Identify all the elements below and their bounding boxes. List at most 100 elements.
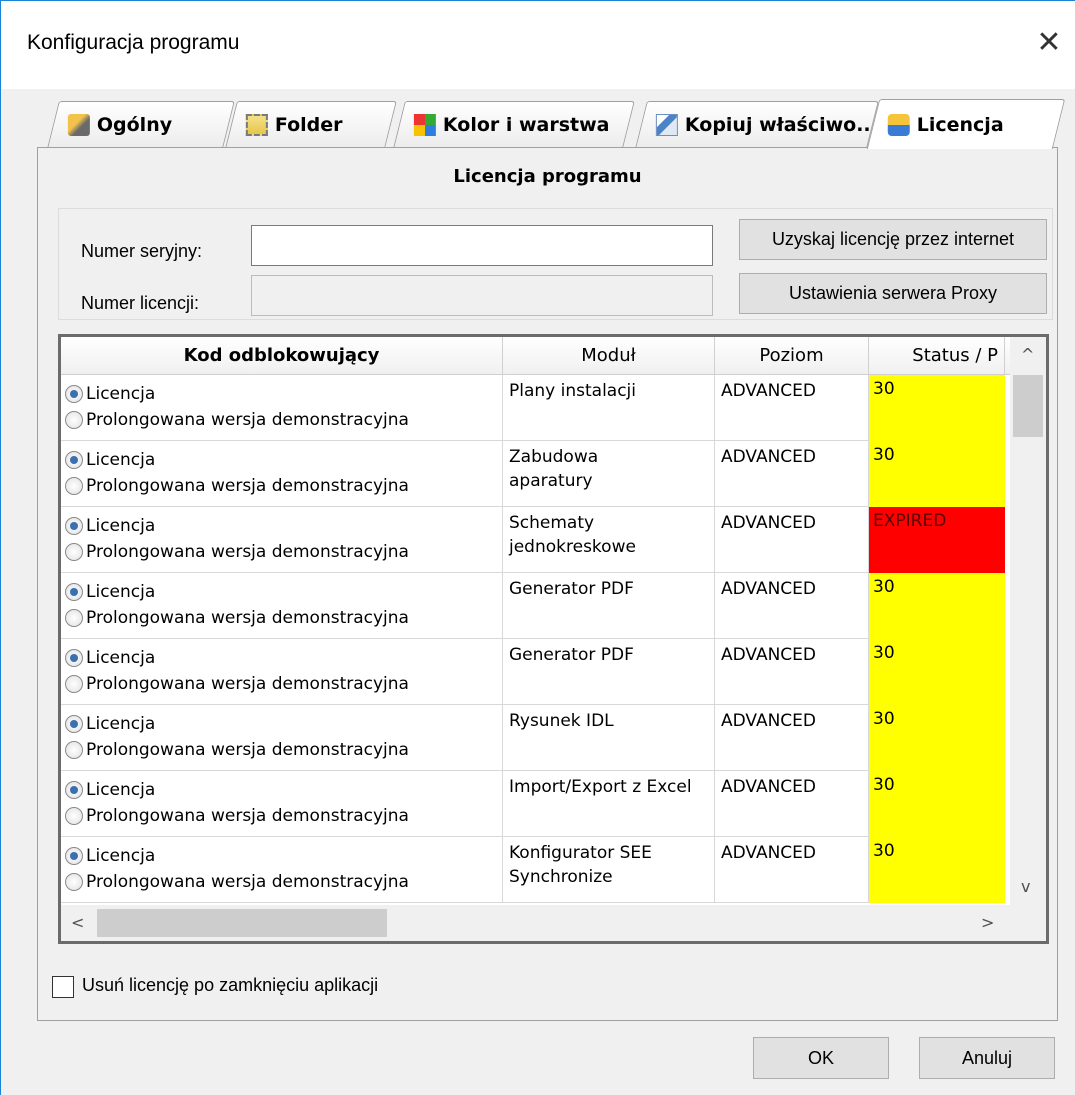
- table-row[interactable]: Licencja Prolongowana wersja demonstracyj…: [61, 771, 1005, 837]
- license-table: Kod odblokowujący Moduł Poziom Status / …: [58, 334, 1049, 944]
- table-row[interactable]: Licencja Prolongowana wersja demonstracyj…: [61, 837, 1005, 903]
- vertical-scroll-thumb[interactable]: [1013, 375, 1043, 437]
- status-cell: 30: [869, 375, 1005, 441]
- horizontal-scrollbar[interactable]: < >: [61, 905, 1011, 941]
- demo-option[interactable]: Prolongowana wersja demonstracyjna: [65, 605, 498, 631]
- module-cell: Konfigurator SEE Synchronize: [503, 837, 715, 903]
- radio-label: Licencja: [86, 780, 156, 800]
- horizontal-scroll-thumb[interactable]: [97, 909, 387, 937]
- get-license-online-button[interactable]: Uzyskaj licencję przez internet: [739, 219, 1047, 260]
- radio-label: Licencja: [86, 384, 156, 404]
- vertical-scrollbar[interactable]: ^ v: [1010, 337, 1046, 905]
- radio-button[interactable]: [65, 451, 83, 469]
- demo-option[interactable]: Prolongowana wersja demonstracyjna: [65, 407, 498, 433]
- demo-option[interactable]: Prolongowana wersja demonstracyjna: [65, 737, 498, 763]
- scroll-up-icon[interactable]: ^: [1021, 345, 1034, 364]
- tab-label: Licencja: [916, 113, 1004, 136]
- radio-label: Licencja: [86, 648, 156, 668]
- radio-label: Prolongowana wersja demonstracyjna: [86, 476, 409, 496]
- radio-button[interactable]: [65, 847, 83, 865]
- status-cell: EXPIRED: [869, 507, 1005, 573]
- radio-button[interactable]: [65, 543, 83, 561]
- license-option[interactable]: Licencja: [65, 711, 498, 737]
- radio-label: Prolongowana wersja demonstracyjna: [86, 740, 409, 760]
- radio-button[interactable]: [65, 411, 83, 429]
- module-cell: Rysunek IDL: [503, 705, 715, 771]
- unlock-code-cell: Licencja Prolongowana wersja demonstracyj…: [61, 639, 503, 705]
- license-option[interactable]: Licencja: [65, 513, 498, 539]
- radio-button[interactable]: [65, 517, 83, 535]
- tools-icon: [67, 114, 90, 136]
- radio-button[interactable]: [65, 715, 83, 733]
- copy-properties-icon: [655, 114, 678, 136]
- title-bar: Konfiguracja programu ✕: [1, 1, 1075, 89]
- radio-button[interactable]: [65, 781, 83, 799]
- status-cell: 30: [869, 705, 1005, 771]
- radio-button[interactable]: [65, 649, 83, 667]
- module-cell: Import/Export z Excel: [503, 771, 715, 837]
- tab-kolor-i-warstwa[interactable]: Kolor i warstwa: [393, 101, 635, 148]
- radio-button[interactable]: [65, 741, 83, 759]
- radio-button[interactable]: [65, 583, 83, 601]
- demo-option[interactable]: Prolongowana wersja demonstracyjna: [65, 671, 498, 697]
- radio-button[interactable]: [65, 807, 83, 825]
- license-number-label: Numer licencji:: [81, 293, 200, 313]
- license-option[interactable]: Licencja: [65, 447, 498, 473]
- table-row[interactable]: Licencja Prolongowana wersja demonstracyj…: [61, 441, 1005, 507]
- unlock-code-cell: Licencja Prolongowana wersja demonstracyj…: [61, 705, 503, 771]
- radio-button[interactable]: [65, 477, 83, 495]
- window-title: Konfiguracja programu: [27, 31, 240, 54]
- radio-label: Licencja: [86, 582, 156, 602]
- cancel-button[interactable]: Anuluj: [919, 1037, 1055, 1079]
- tab-kopiuj-wlasciwosci[interactable]: Kopiuj właściwo...: [635, 101, 879, 148]
- table-row[interactable]: Licencja Prolongowana wersja demonstracyj…: [61, 507, 1005, 573]
- ok-button[interactable]: OK: [753, 1037, 889, 1079]
- color-grid-icon: [413, 114, 436, 136]
- column-header-module[interactable]: Moduł: [503, 337, 715, 375]
- status-cell: 30: [869, 573, 1005, 639]
- license-option[interactable]: Licencja: [65, 579, 498, 605]
- table-row[interactable]: Licencja Prolongowana wersja demonstracyj…: [61, 705, 1005, 771]
- radio-button[interactable]: [65, 609, 83, 627]
- table-row[interactable]: Licencja Prolongowana wersja demonstracyj…: [61, 639, 1005, 705]
- demo-option[interactable]: Prolongowana wersja demonstracyjna: [65, 869, 498, 895]
- table-row[interactable]: Licencja Prolongowana wersja demonstracyj…: [61, 573, 1005, 639]
- tab-ogolny[interactable]: Ogólny: [47, 101, 235, 148]
- unlock-code-cell: Licencja Prolongowana wersja demonstracyj…: [61, 375, 503, 441]
- scroll-down-icon[interactable]: v: [1021, 877, 1030, 896]
- level-cell: ADVANCED: [715, 375, 869, 441]
- tab-folder[interactable]: Folder: [225, 101, 397, 148]
- radio-label: Prolongowana wersja demonstracyjna: [86, 542, 409, 562]
- column-header-status[interactable]: Status / P: [869, 337, 1005, 375]
- scroll-left-icon[interactable]: <: [71, 913, 84, 932]
- close-icon[interactable]: ✕: [1029, 23, 1069, 63]
- delete-license-checkbox[interactable]: [52, 976, 74, 998]
- demo-option[interactable]: Prolongowana wersja demonstracyjna: [65, 803, 498, 829]
- radio-button[interactable]: [65, 385, 83, 403]
- radio-label: Prolongowana wersja demonstracyjna: [86, 674, 409, 694]
- radio-label: Prolongowana wersja demonstracyjna: [86, 872, 409, 892]
- module-cell: Generator PDF: [503, 639, 715, 705]
- status-cell: 30: [869, 441, 1005, 507]
- radio-button[interactable]: [65, 675, 83, 693]
- tab-label: Ogólny: [96, 114, 173, 136]
- scroll-right-icon[interactable]: >: [981, 913, 994, 932]
- module-cell: Zabudowa aparatury: [503, 441, 715, 507]
- license-option[interactable]: Licencja: [65, 777, 498, 803]
- license-option[interactable]: Licencja: [65, 645, 498, 671]
- column-header-level[interactable]: Poziom: [715, 337, 869, 375]
- license-option[interactable]: Licencja: [65, 381, 498, 407]
- level-cell: ADVANCED: [715, 771, 869, 837]
- serial-number-field[interactable]: [251, 225, 713, 266]
- unlock-code-cell: Licencja Prolongowana wersja demonstracyj…: [61, 573, 503, 639]
- proxy-settings-button[interactable]: Ustawienia serwera Proxy: [739, 273, 1047, 314]
- tab-licencja[interactable]: Licencja: [866, 99, 1066, 149]
- table-header: Kod odblokowujący Moduł Poziom Status / …: [61, 337, 1046, 375]
- column-header-unlock-code[interactable]: Kod odblokowujący: [61, 337, 503, 375]
- demo-option[interactable]: Prolongowana wersja demonstracyjna: [65, 473, 498, 499]
- radio-button[interactable]: [65, 873, 83, 891]
- demo-option[interactable]: Prolongowana wersja demonstracyjna: [65, 539, 498, 565]
- table-row[interactable]: Licencja Prolongowana wersja demonstracyj…: [61, 375, 1005, 441]
- license-option[interactable]: Licencja: [65, 843, 498, 869]
- license-number-field[interactable]: [251, 275, 713, 316]
